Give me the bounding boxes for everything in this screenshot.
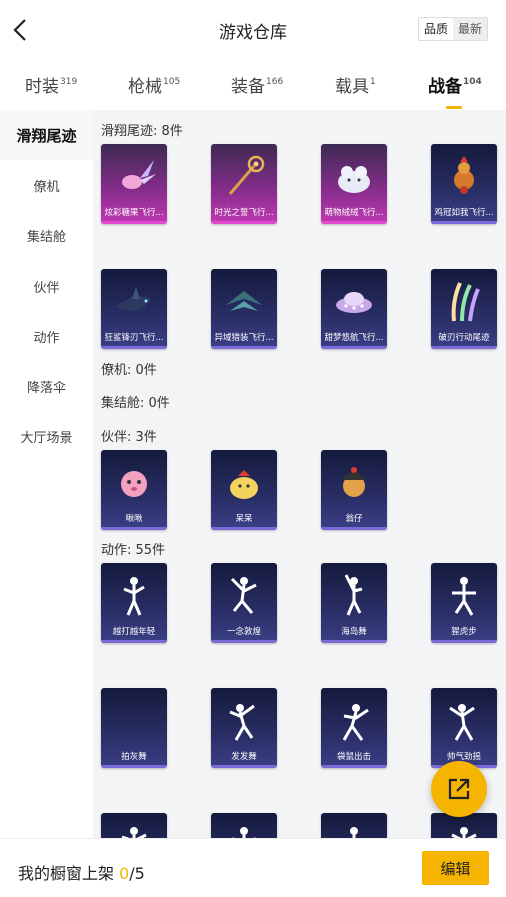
tab-equipment[interactable]: 装备166 xyxy=(231,72,283,97)
edit-button[interactable]: 编辑 xyxy=(422,851,489,885)
item-card[interactable]: 炫彩糖果飞行... xyxy=(101,144,167,224)
sidebar: 滑翔尾迹 僚机 集结舱 伙伴 动作 降落伞 大厅场景 xyxy=(0,110,93,897)
chick-pet-icon xyxy=(230,470,258,499)
share-button[interactable] xyxy=(431,761,487,817)
external-link-icon xyxy=(448,778,470,800)
card-bar xyxy=(101,527,167,530)
card-bar xyxy=(431,640,497,643)
section-title-emote: 动作: 55件 xyxy=(101,543,166,558)
item-card[interactable]: 猩虎步 xyxy=(431,563,497,643)
item-card[interactable]: 甜梦悠航飞行... xyxy=(321,269,387,349)
section-title-partner: 伙伴: 3件 xyxy=(101,430,157,445)
item-card[interactable]: 翁仔 xyxy=(321,450,387,530)
showcase-status: 我的橱窗上架 0/5 xyxy=(18,864,145,883)
sidebar-item-wingman[interactable]: 僚机 xyxy=(0,160,93,210)
category-tabs: 时装319 枪械105 装备166 载具1 战备104 xyxy=(0,62,506,109)
sort-quality-button[interactable]: 品质 xyxy=(418,18,453,40)
item-card[interactable]: 呆呆 xyxy=(211,450,277,530)
item-card[interactable]: 破刃行动尾迹 xyxy=(431,269,497,349)
sidebar-item-emote[interactable]: 动作 xyxy=(0,311,93,361)
candy-trail-icon xyxy=(122,160,156,189)
sidebar-item-glide-trail[interactable]: 滑翔尾迹 xyxy=(0,110,93,161)
item-card[interactable]: 拍灰舞 xyxy=(101,688,167,768)
sort-latest-button[interactable]: 最新 xyxy=(452,18,487,40)
item-card[interactable]: 啾啾 xyxy=(101,450,167,530)
card-bar xyxy=(431,346,497,349)
dancer-icon xyxy=(452,577,476,616)
tab-combat-gear[interactable]: 战备104 xyxy=(428,72,482,109)
card-bar xyxy=(211,765,277,768)
item-card[interactable]: 海岛舞 xyxy=(321,563,387,643)
section-title-capsule: 集结舱: 0件 xyxy=(101,396,170,411)
sidebar-item-parachute[interactable]: 降落伞 xyxy=(0,361,93,411)
sidebar-item-partner[interactable]: 伙伴 xyxy=(0,261,93,311)
active-tab-indicator xyxy=(446,106,462,109)
card-bar xyxy=(211,346,277,349)
card-bar xyxy=(321,221,387,224)
item-card[interactable]: 异域猎装飞行... xyxy=(211,269,277,349)
card-bar xyxy=(321,640,387,643)
blade-trail-icon xyxy=(451,282,480,322)
card-bar xyxy=(321,765,387,768)
tab-fashion[interactable]: 时装319 xyxy=(25,72,77,97)
item-card[interactable]: 时光之誓飞行... xyxy=(211,144,277,224)
dancer-icon xyxy=(449,704,475,741)
sort-toggle: 品质 最新 xyxy=(417,17,488,41)
section-title-glide: 滑翔尾迹: 8件 xyxy=(101,124,183,139)
card-bar xyxy=(211,640,277,643)
card-bar xyxy=(101,765,167,768)
fluffy-creature-icon xyxy=(338,166,370,193)
card-bar xyxy=(211,527,277,530)
pink-pet-icon xyxy=(121,471,147,497)
card-bar xyxy=(101,640,167,643)
card-bar xyxy=(431,221,497,224)
helmet-pet-icon xyxy=(342,467,366,497)
item-card[interactable]: 越打越年轻 xyxy=(101,563,167,643)
dream-ufo-icon xyxy=(336,292,372,313)
item-card[interactable]: 袋鼠出击 xyxy=(321,688,387,768)
card-bar xyxy=(321,346,387,349)
dancer-icon xyxy=(342,704,369,741)
dancer-icon xyxy=(344,574,363,616)
dancer-icon xyxy=(229,704,255,741)
card-bar xyxy=(101,346,167,349)
item-card[interactable]: 一念敦煌 xyxy=(211,563,277,643)
card-bar xyxy=(211,221,277,224)
tab-vehicles[interactable]: 载具1 xyxy=(335,72,376,97)
card-bar xyxy=(321,527,387,530)
tab-weapons[interactable]: 枪械105 xyxy=(128,72,180,97)
item-card[interactable]: 鸡冠如我飞行... xyxy=(431,144,497,224)
item-card[interactable]: 发发舞 xyxy=(211,688,277,768)
sidebar-item-capsule[interactable]: 集结舱 xyxy=(0,211,93,261)
header: 游戏仓库 品质 最新 xyxy=(0,0,506,60)
card-bar xyxy=(101,221,167,224)
dancer-icon xyxy=(230,577,257,614)
scepter-icon xyxy=(228,155,265,195)
alien-wing-icon xyxy=(226,291,262,311)
section-title-wingman: 僚机: 0件 xyxy=(101,363,157,378)
item-card[interactable]: 狂鲨锋刃飞行... xyxy=(101,269,167,349)
shark-icon xyxy=(116,287,152,311)
sidebar-item-lobby-scene[interactable]: 大厅场景 xyxy=(0,412,93,462)
item-card[interactable]: 帅气劲摇 xyxy=(431,688,497,768)
rooster-icon xyxy=(454,156,474,194)
item-card[interactable]: 萌物绒绒飞行... xyxy=(321,144,387,224)
dancer-icon xyxy=(123,577,145,616)
bottom-bar: 我的橱窗上架 0/5 编辑 xyxy=(0,838,506,897)
